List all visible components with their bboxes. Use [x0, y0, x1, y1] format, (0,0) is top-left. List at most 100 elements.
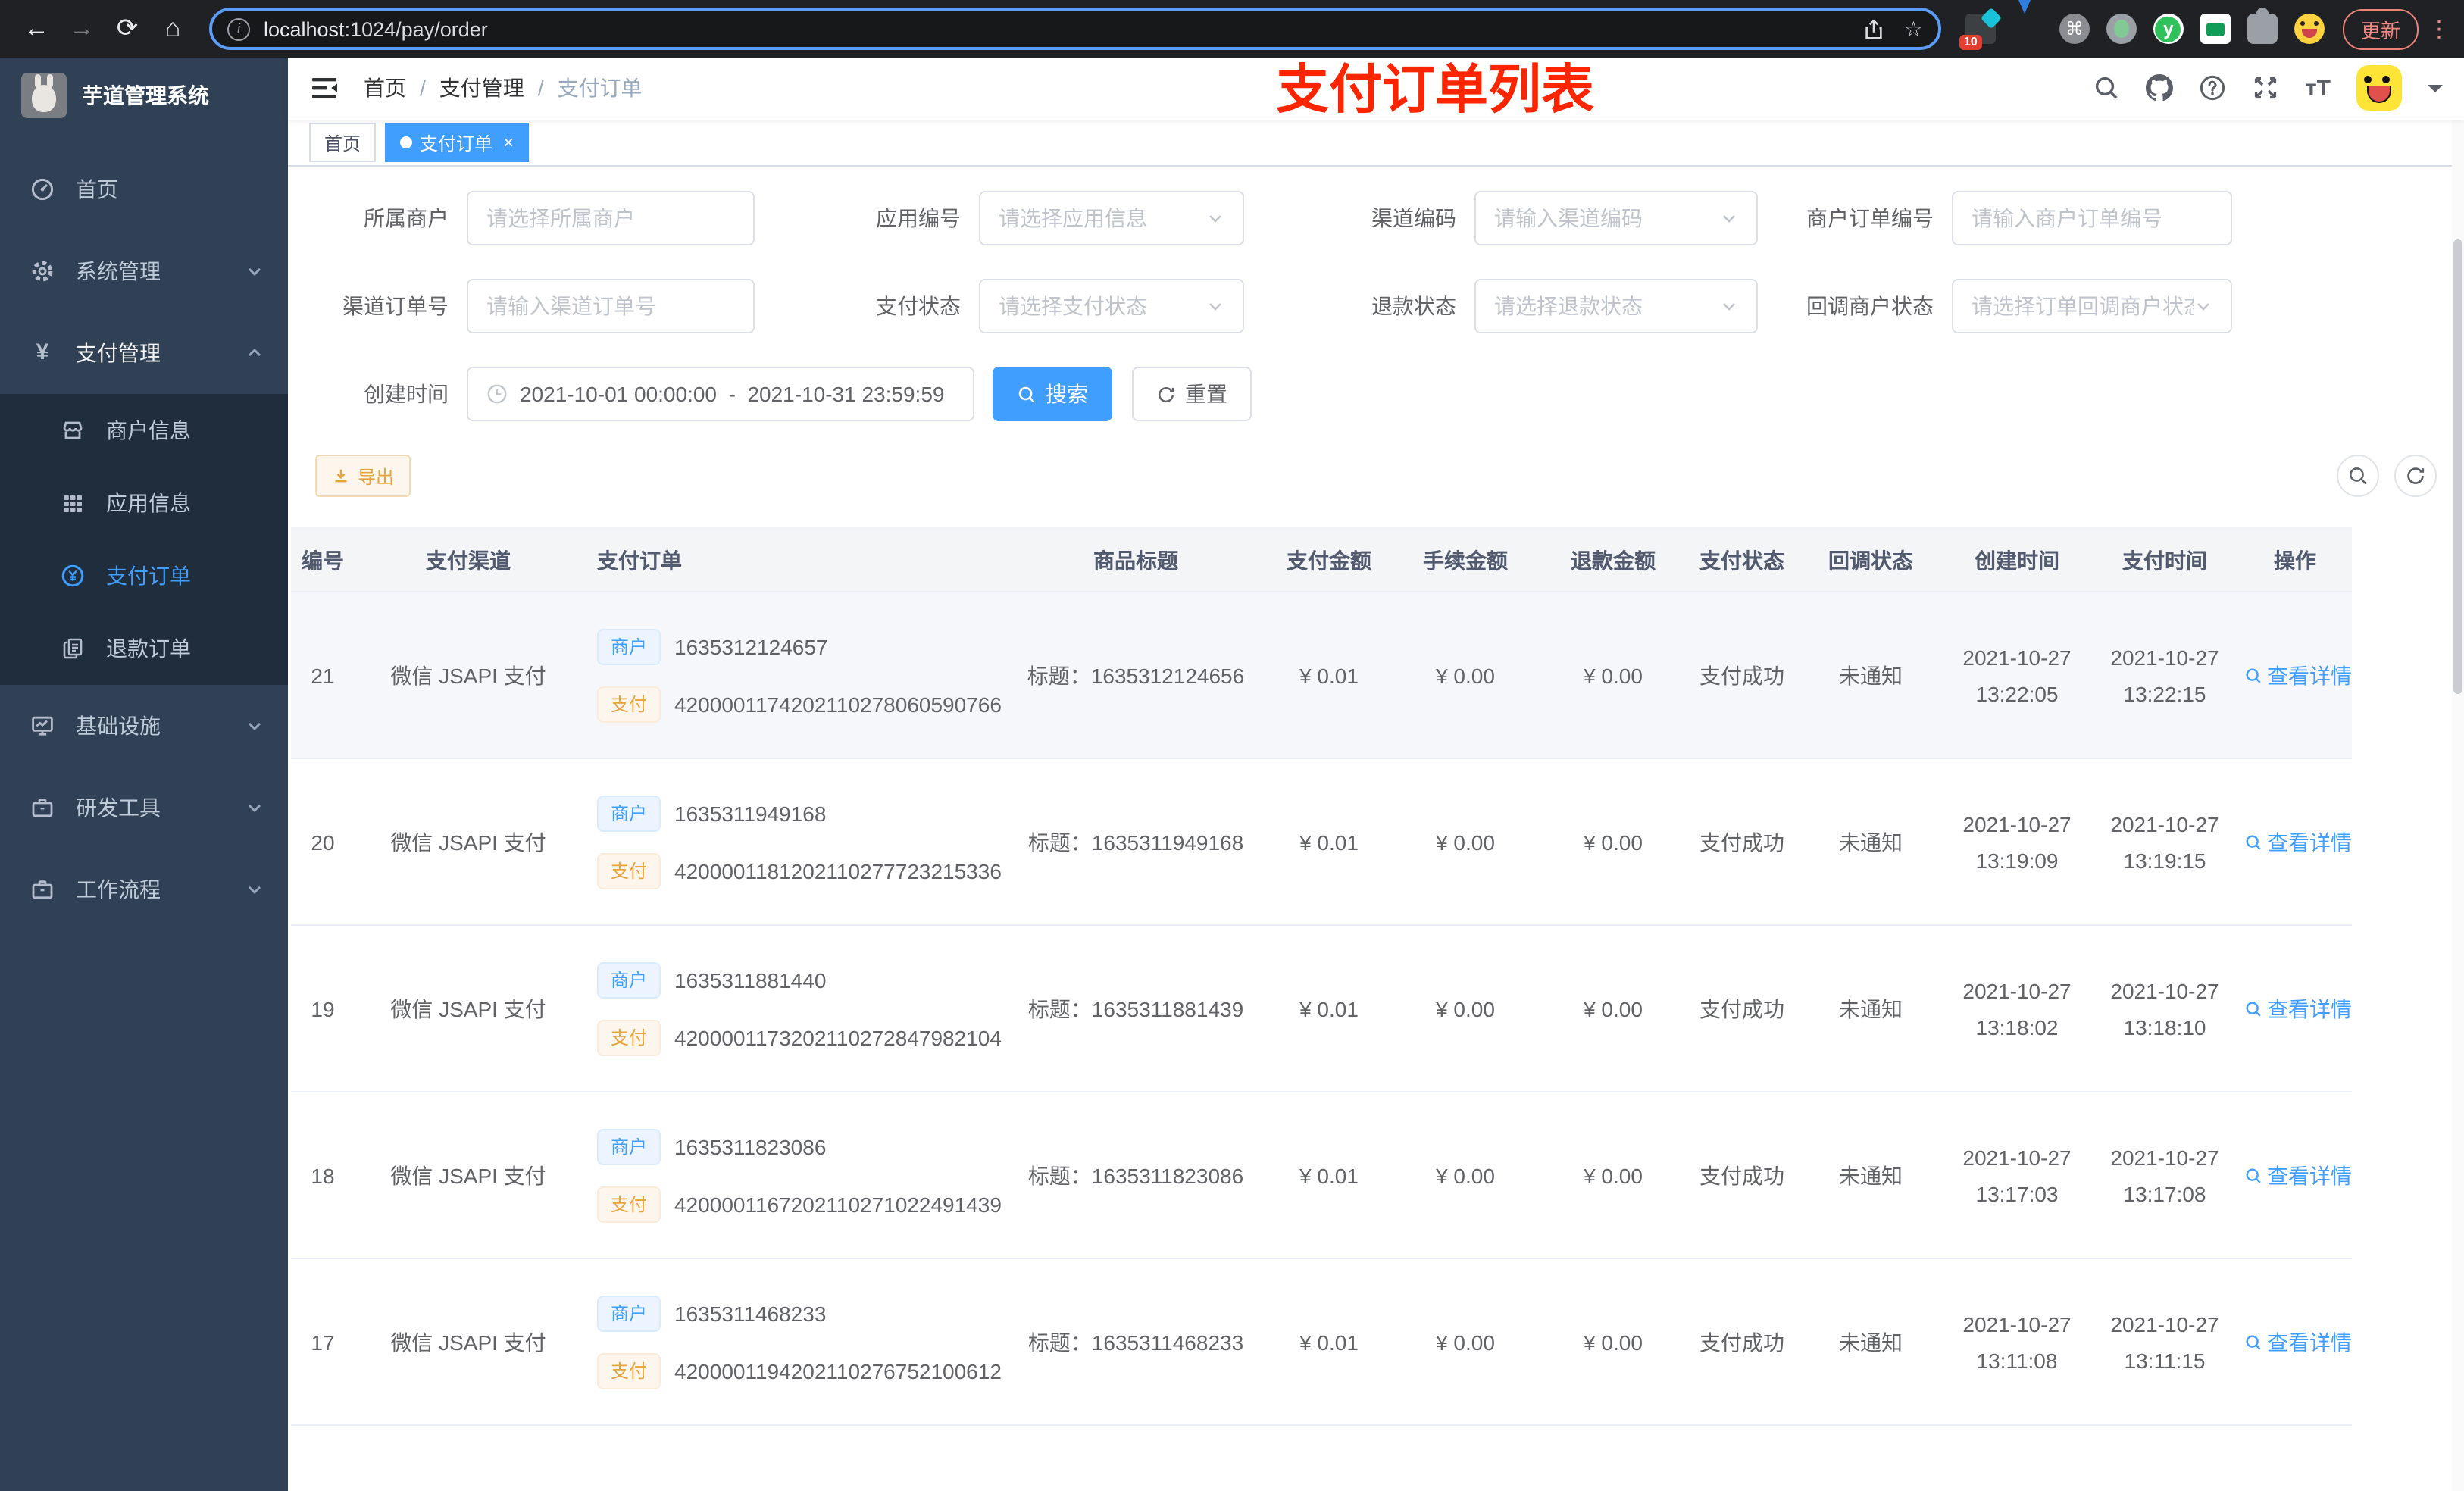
tab-home[interactable]: 首页	[309, 123, 377, 163]
field-label: 商户订单编号	[1806, 206, 1934, 231]
goods-title: 标题：1635312124656	[1003, 592, 1268, 760]
chrome-update-button[interactable]: 更新	[2342, 8, 2419, 49]
pay-channel: 微信 JSAPI 支付	[355, 758, 582, 927]
pay-time: 2021-10-27 13:22:15	[2091, 592, 2238, 760]
view-detail-link[interactable]: 查看详情	[2244, 661, 2352, 691]
view-detail-link[interactable]: 查看详情	[2244, 1327, 2352, 1358]
chevron-down-icon	[1720, 210, 1738, 228]
chevron-down-icon	[1206, 210, 1224, 228]
extensions-puzzle-icon[interactable]	[2247, 8, 2278, 44]
channel-order-no-input[interactable]	[467, 279, 755, 334]
sidebar: 芋道管理系统 首页 系统管理 ¥ 支付管理 商户信息 应用信息 支付订单 退款订…	[0, 58, 288, 1491]
sidebar-item-infrastructure[interactable]: 基础设施	[0, 685, 288, 767]
extension-kite-icon[interactable]	[2012, 0, 2043, 44]
briefcase-icon	[30, 796, 55, 820]
browser-menu-icon[interactable]: ⋮	[2428, 15, 2450, 42]
extension-command-icon[interactable]: ⌘	[2059, 14, 2090, 44]
refund-status-select[interactable]: 请选择退款状态	[1474, 279, 1758, 334]
bookmark-star-icon[interactable]: ☆	[1904, 16, 1923, 42]
sidebar-item-system[interactable]: 系统管理	[0, 230, 288, 312]
pay-order-no: 4200001194202110276752100612	[674, 1358, 1002, 1383]
github-icon[interactable]	[2146, 74, 2174, 102]
share-icon[interactable]	[1863, 17, 1886, 40]
screen: ← → ⟳ ⌂ i localhost:1024/pay/order ☆ 10 …	[0, 0, 2464, 1491]
pay-status-select[interactable]: 请选择支付状态	[979, 279, 1244, 334]
table-header-row: 编号 支付渠道 支付订单 商品标题 支付金额 手续金额 退款金额 支付状态 回调…	[291, 527, 2352, 593]
merchant-order-no: 1635311881440	[674, 967, 827, 992]
view-detail-link[interactable]: 查看详情	[2244, 827, 2352, 858]
gear-icon	[30, 259, 55, 283]
goods-title: 标题：1635311949168	[1003, 758, 1268, 927]
sidebar-item-merchant-info[interactable]: 商户信息	[0, 394, 288, 467]
sidebar-item-app-info[interactable]: 应用信息	[0, 467, 288, 539]
refund-amount: ¥ 0.00	[1541, 925, 1685, 1093]
breadcrumb-home[interactable]: 首页	[364, 73, 406, 104]
avatar-caret-icon[interactable]	[2428, 84, 2443, 100]
close-icon[interactable]: ×	[503, 132, 514, 153]
extension-chat-icon[interactable]	[2200, 14, 2231, 44]
merchant-order-no-field[interactable]	[1972, 206, 2212, 231]
merchant-input-field[interactable]	[486, 206, 735, 231]
export-button[interactable]: 导出	[315, 455, 411, 498]
browser-back-button[interactable]: ←	[15, 8, 58, 50]
channel-order-no-field[interactable]	[486, 294, 735, 319]
address-bar[interactable]: i localhost:1024/pay/order ☆	[209, 8, 1941, 50]
pay-order-no: 4200001167202110271022491439	[674, 1192, 1002, 1217]
toggle-search-button[interactable]	[2337, 455, 2379, 498]
pay-channel: 微信 JSAPI 支付	[355, 925, 582, 1093]
sidebar-item-pay-order[interactable]: 支付订单	[0, 539, 288, 612]
merchant-order-no-input[interactable]	[1952, 191, 2232, 246]
app-select[interactable]: 请选择应用信息	[979, 191, 1244, 246]
tags-view: 首页 支付订单 ×	[288, 119, 2464, 167]
url-text: localhost:1024/pay/order	[264, 17, 488, 40]
field-label: 回调商户状态	[1806, 294, 1934, 319]
profile-avatar-icon[interactable]	[2294, 14, 2325, 44]
page-scrollbar[interactable]	[2452, 58, 2464, 1491]
sidebar-item-refund-order[interactable]: 退款订单	[0, 612, 288, 685]
extension-dot-icon[interactable]	[2106, 14, 2137, 44]
notify-status: 未通知	[1799, 758, 1943, 927]
chevron-down-icon	[245, 880, 264, 899]
fullscreen-icon[interactable]	[2253, 75, 2280, 102]
monitor-chart-icon	[30, 714, 55, 738]
pay-tag: 支付	[597, 686, 661, 723]
create-time: 2021-10-27 13:11:08	[1943, 1258, 2091, 1427]
extension-y-icon[interactable]: y	[2153, 14, 2184, 44]
user-avatar[interactable]	[2356, 65, 2402, 111]
extension-grid-icon[interactable]: 10	[1959, 14, 1996, 50]
fee-amount: ¥ 0.00	[1390, 1092, 1541, 1260]
pay-tag: 支付	[597, 1186, 661, 1223]
view-detail-link[interactable]: 查看详情	[2244, 1161, 2352, 1191]
view-detail-link[interactable]: 查看详情	[2244, 994, 2352, 1024]
navbar-actions: ᴛT	[2093, 65, 2443, 111]
refresh-button[interactable]	[2394, 455, 2437, 498]
search-button[interactable]: 搜索	[993, 367, 1112, 422]
browser-reload-button[interactable]: ⟳	[106, 8, 149, 50]
breadcrumb-pay-mgmt[interactable]: 支付管理	[439, 73, 524, 104]
sidebar-item-dev-tools[interactable]: 研发工具	[0, 767, 288, 849]
pay-amount: ¥ 0.01	[1268, 925, 1390, 1093]
notify-status: 未通知	[1799, 592, 1943, 760]
reset-button[interactable]: 重置	[1132, 367, 1252, 422]
notify-status-select[interactable]: 请选择订单回调商户状态	[1952, 279, 2232, 334]
sidebar-logo[interactable]: 芋道管理系统	[0, 58, 288, 133]
sidebar-item-home[interactable]: 首页	[0, 148, 288, 230]
browser-forward-button[interactable]: →	[61, 8, 103, 50]
channel-code-select[interactable]: 请输入渠道编码	[1474, 191, 1758, 246]
pay-amount: ¥ 0.01	[1268, 1092, 1390, 1260]
scrollbar-thumb[interactable]	[2453, 239, 2462, 694]
merchant-input[interactable]	[467, 191, 755, 246]
sidebar-item-workflow[interactable]: 工作流程	[0, 849, 288, 930]
field-label: 支付状态	[876, 294, 961, 319]
sidebar-item-payment[interactable]: ¥ 支付管理	[0, 312, 288, 394]
table-row: 19 微信 JSAPI 支付 商户 1635311881440 支付 42000…	[291, 925, 2352, 1093]
help-icon[interactable]	[2200, 75, 2227, 102]
hamburger-icon[interactable]	[309, 73, 339, 104]
browser-home-button[interactable]: ⌂	[152, 8, 194, 50]
tab-pay-order[interactable]: 支付订单 ×	[385, 123, 530, 163]
create-time-range-picker[interactable]: 2021-10-01 00:00:00 - 2021-10-31 23:59:5…	[467, 367, 974, 422]
clock-icon	[486, 384, 508, 405]
site-info-icon[interactable]: i	[227, 17, 250, 40]
font-size-icon[interactable]: ᴛT	[2306, 76, 2331, 102]
search-icon[interactable]	[2093, 75, 2121, 102]
